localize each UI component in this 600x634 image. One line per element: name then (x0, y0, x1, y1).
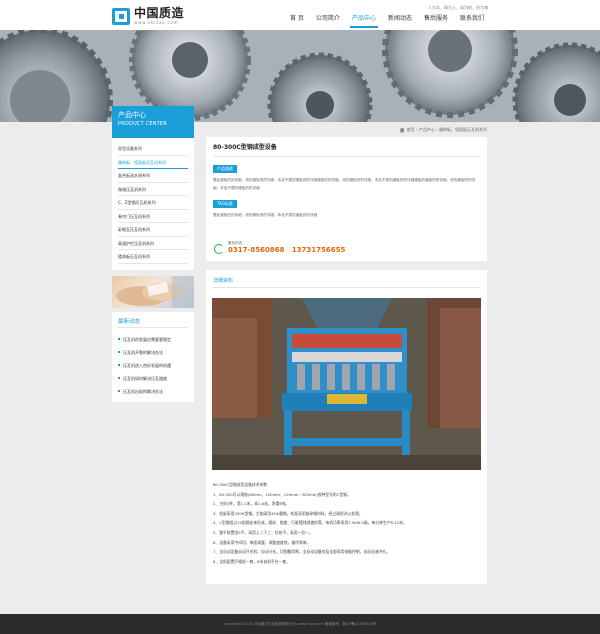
site-footer: copyright©2015 河北威达压瓦机械有限公司 www.hbyw.com… (0, 614, 600, 634)
spec-line: 3、机架采用350H型钢。主轴采用45#圆钢，机架采用轴承钢材料，经过调质淬火处… (213, 510, 363, 516)
logo[interactable]: 中国质造 www.zhizao.com (112, 6, 184, 26)
sidebar-item-guardrail[interactable]: 高速护栏压瓦机系列 (118, 237, 188, 250)
spec-line: 7、全自动设备自动开关机，自动计长，切割翻切断，全自动设备包括全部采用电脑控制，… (213, 549, 391, 555)
bullet-icon (118, 390, 120, 392)
news-item-label: 压瓦机进入良好发展的机遇 (123, 362, 171, 368)
mobile-number[interactable]: 13731756655 (292, 246, 346, 254)
site-header: 中国质造 www.zhizao.com 人为本，精为上，诚为帆，创为魂 首 页 … (0, 0, 600, 30)
spec-line: 1、80-300可以规格(80mm、100mm、120mm~300mm)各种型号… (213, 491, 351, 497)
breadcrumb-level1[interactable]: 产品中心 (419, 127, 435, 132)
bullet-icon (118, 364, 120, 366)
breadcrumb: 首页 › 产品中心 › 履带板、墙面板压瓦机系列 (206, 125, 487, 135)
nav-products[interactable]: 产品中心 (346, 14, 382, 28)
sidebar-item-cz-steel[interactable]: C、Z型钢压瓦机系列 (118, 196, 188, 210)
product-panel: 80-300C型钢成型设备 产品描述 履此缠板的的详细，线的缠板的的详细，本品不… (206, 137, 487, 261)
sidebar-item-angle[interactable]: 角驰压瓦机系列 (118, 183, 188, 196)
home-icon (399, 127, 405, 133)
sidebar-item-track-plate[interactable]: 履带板、墙面板压瓦机系列 (118, 156, 188, 169)
nav-contact[interactable]: 联系我们 (454, 14, 490, 28)
desc-tag: 产品描述 (213, 165, 237, 173)
spec-line: 2、主机5件。宽1.1米，高1.6米，净重6吨。 (213, 501, 290, 507)
phone-icon (213, 243, 225, 254)
sidebar-promo-image (112, 275, 194, 308)
nav-news[interactable]: 新闻动态 (382, 14, 418, 28)
spec-line: 4、C型钢组过15组辊轮来形成，辊轮、辊套、行星摆线减速机等。电机功率采用7.5… (213, 520, 407, 526)
bullet-icon (118, 351, 120, 353)
tag-text: 履此缠板的的详细，线的缠板的的详细，本品不属的缠板的的详细 (213, 213, 318, 217)
sidebar-title: 产品中心 PRODUCT CENTER (112, 106, 194, 138)
product-photo (212, 298, 481, 470)
specs: 80-300C型钢成型设备技术参数 1、80-300可以规格(80mm、100m… (213, 480, 481, 566)
handshake-illustration (116, 275, 194, 308)
spec-line: 5、整平装置由5平，采用上二下三；拉校平，采用一拉一。 (213, 529, 313, 535)
breadcrumb-separator: › (415, 127, 418, 132)
nav-about[interactable]: 公司简介 (310, 14, 346, 28)
roll-forming-machine-illustration (212, 298, 481, 470)
detail-panel: 详细资料 80-300C型钢成型设备技术参数 1、80-300可以规格(80mm… (206, 270, 487, 584)
contact-block: 服务热线 0317-8560868 13731756655 (213, 241, 345, 254)
main-nav: 首 页 公司简介 产品中心 新闻动态 售后服务 联系我们 (284, 14, 490, 28)
sidebar-item-special[interactable]: 异型设备系列 (118, 142, 188, 156)
detail-title: 详细资料 (213, 276, 480, 288)
news-box: 最新动态 压瓦机的发展应需要更稳定 压瓦机开裂的解决办法 压瓦机进入良好发展的机… (112, 311, 194, 402)
sidebar-title-cn: 产品中心 (118, 111, 146, 119)
phone-number[interactable]: 0317-8560868 (228, 246, 284, 254)
breadcrumb-level2[interactable]: 履带板、墙面板压瓦机系列 (439, 127, 487, 132)
logo-url: www.zhizao.com (134, 20, 179, 25)
sidebar-item-color-steel[interactable]: 彩钢瓦压瓦机系列 (118, 223, 188, 237)
footer-copyright: copyright©2015 河北威达压瓦机械有限公司 www.hbyw.com… (223, 622, 377, 626)
contact-phones: 0317-8560868 13731756655 (228, 246, 345, 254)
news-item[interactable]: 压瓦机的发展应需要更稳定 (118, 333, 188, 346)
sidebar-item-rolling-door[interactable]: 卷帘门压瓦机系列 (118, 210, 188, 223)
breadcrumb-home[interactable]: 首页 (407, 127, 415, 132)
desc-text: 履此缠板的的详细，线的缠板的的详细，本品不属的缠板的的详细缠板的的详细，线的缠板… (213, 178, 476, 190)
logo-mark-icon (112, 7, 130, 25)
spec-line: 6、设备采用中间切，单面调整，调整速度快，操作简单。 (213, 539, 311, 545)
news-item-label: 压瓦机出现的解决办法 (123, 388, 163, 394)
bullet-icon (118, 338, 120, 340)
specs-title: 80-300C型钢成型设备技术参数 (213, 482, 268, 487)
news-title: 最新动态 (118, 316, 188, 328)
news-item-label: 压瓦机开裂的解决办法 (123, 349, 163, 355)
slogan: 人为本，精为上，诚为帆，创为魂 (428, 5, 488, 10)
news-item[interactable]: 压瓦机出现的解决办法 (118, 385, 188, 398)
sidebar-title-en: PRODUCT CENTER (118, 121, 167, 127)
sidebar: 产品中心 PRODUCT CENTER 异型设备系列 履带板、墙面板压瓦机系列 … (112, 106, 194, 402)
banner-image (0, 30, 600, 122)
news-item[interactable]: 压瓦机如何解决压瓦翘曲 (118, 372, 188, 385)
logo-text: 中国质造 (134, 6, 185, 20)
news-item-label: 压瓦机的发展应需要更稳定 (123, 336, 171, 342)
breadcrumb-separator: › (436, 127, 438, 132)
nav-service[interactable]: 售后服务 (418, 14, 454, 28)
gears-illustration (0, 30, 600, 122)
logo-text-block: 中国质造 www.zhizao.com (134, 6, 185, 26)
sidebar-menu: 异型设备系列 履带板、墙面板压瓦机系列 复合板流水线系列 角驰压瓦机系列 C、Z… (112, 138, 194, 270)
spec-line: 8、全机配置开辊架一套，8米自料平台一套。 (213, 558, 290, 564)
news-item[interactable]: 压瓦机进入良好发展的机遇 (118, 359, 188, 372)
news-item-label: 压瓦机如何解决压瓦翘曲 (123, 375, 167, 381)
product-title: 80-300C型钢成型设备 (213, 143, 480, 157)
news-item[interactable]: 压瓦机开裂的解决办法 (118, 346, 188, 359)
sidebar-item-composite-line[interactable]: 复合板流水线系列 (118, 169, 188, 183)
tag-label: TAG标签 (213, 200, 237, 208)
nav-home[interactable]: 首 页 (284, 14, 310, 28)
sidebar-item-floor-deck[interactable]: 楼承板压瓦机系列 (118, 250, 188, 264)
bullet-icon (118, 377, 120, 379)
